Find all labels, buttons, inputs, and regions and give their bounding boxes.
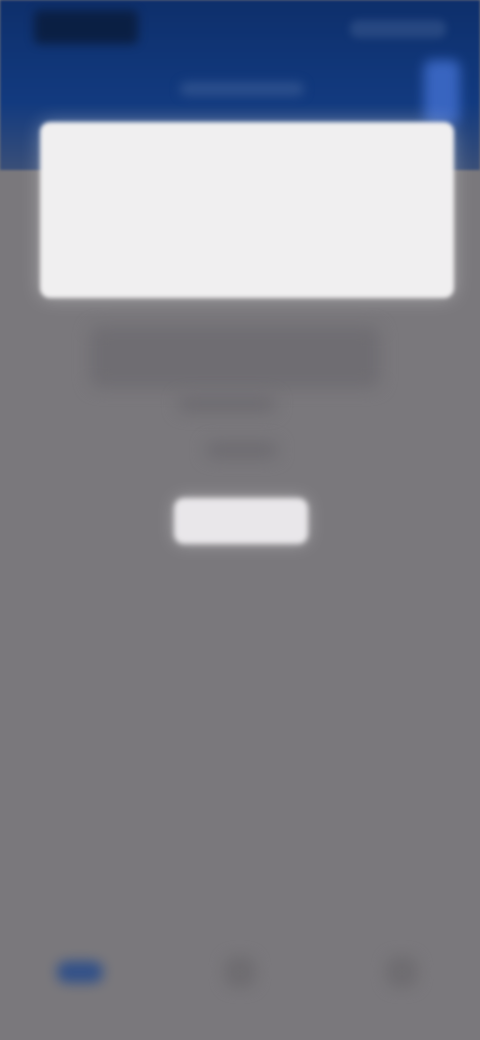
page-title — [180, 82, 304, 96]
nav-item-profile[interactable] — [370, 940, 434, 1004]
center-icon — [224, 956, 256, 988]
profile-icon — [386, 956, 418, 988]
hero-banner — [40, 122, 454, 298]
status-icons — [350, 20, 446, 38]
primary-button[interactable] — [174, 498, 308, 544]
nav-item-center[interactable] — [208, 940, 272, 1004]
home-icon — [57, 961, 103, 983]
header-title-row — [0, 58, 480, 124]
menu-icon[interactable] — [424, 60, 460, 124]
content-title — [90, 326, 380, 388]
content-line-1 — [178, 396, 276, 412]
status-bar — [0, 0, 480, 52]
content-line-2 — [206, 442, 278, 458]
content-area — [0, 300, 480, 620]
bottom-navigation — [0, 900, 480, 1040]
app-logo-icon — [34, 10, 138, 44]
nav-item-home[interactable] — [48, 940, 112, 1004]
